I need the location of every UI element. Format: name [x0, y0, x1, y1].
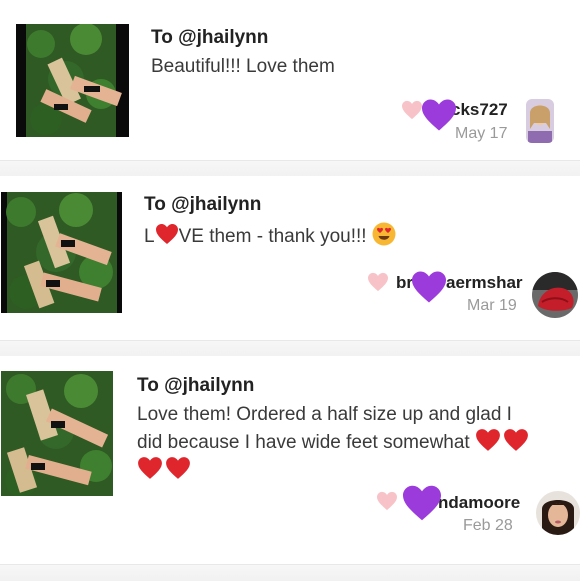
purple-heart-icon [422, 99, 456, 131]
separator [0, 160, 580, 177]
red-heart-icon [155, 224, 178, 244]
comment-text: L VE them - thank you!!! [144, 222, 396, 250]
red-heart-icon [476, 429, 500, 451]
comment-username-end[interactable]: aermshar [446, 273, 523, 293]
comment-date: Feb 28 [463, 517, 513, 534]
red-heart-icon [138, 457, 162, 479]
red-heart-icon [504, 429, 528, 451]
recipient-label[interactable]: To @jhailynn [137, 375, 254, 397]
comment-text: Love them! Ordered a half size up and gl… [137, 401, 577, 484]
purple-heart-icon [403, 485, 441, 521]
user-avatar[interactable] [532, 272, 578, 318]
heart-eyes-emoji-icon [372, 222, 396, 246]
comment-date: Mar 19 [467, 297, 517, 314]
like-heart-icon[interactable] [376, 491, 398, 511]
purple-heart-icon [412, 271, 446, 303]
comment-text-line-content: did because I have wide feet somewhat [137, 432, 470, 453]
user-avatar[interactable] [526, 99, 554, 143]
separator [0, 340, 580, 357]
comment-date: May 17 [455, 125, 508, 142]
recipient-label[interactable]: To @jhailynn [144, 194, 261, 216]
comment-card: To @jhailynn Love them! Ordered a half s… [0, 356, 580, 580]
comment-username[interactable]: cks727 [451, 100, 508, 120]
comment-text-prefix: L [144, 226, 155, 247]
comment-text-line [137, 456, 577, 484]
product-thumbnail[interactable] [16, 24, 129, 137]
product-thumbnail[interactable] [1, 192, 122, 313]
comment-text-suffix: VE them - thank you!!! [178, 226, 367, 247]
comment-text-line: Love them! Ordered a half size up and gl… [137, 404, 512, 425]
comment-text: Beautiful!!! Love them [151, 56, 335, 77]
like-heart-icon[interactable] [367, 272, 389, 292]
comment-card: To @jhailynn Beautiful!!! Love them cks7… [0, 0, 580, 160]
comment-text-line: did because I have wide feet somewhat [137, 428, 577, 456]
product-thumbnail[interactable] [1, 371, 113, 496]
red-heart-icon [166, 457, 190, 479]
comment-username[interactable]: ndamoore [438, 493, 520, 513]
separator [0, 564, 580, 581]
user-avatar[interactable] [536, 491, 580, 535]
recipient-label[interactable]: To @jhailynn [151, 27, 268, 49]
comment-card: To @jhailynn L VE them - thank you!!! br … [0, 176, 580, 340]
